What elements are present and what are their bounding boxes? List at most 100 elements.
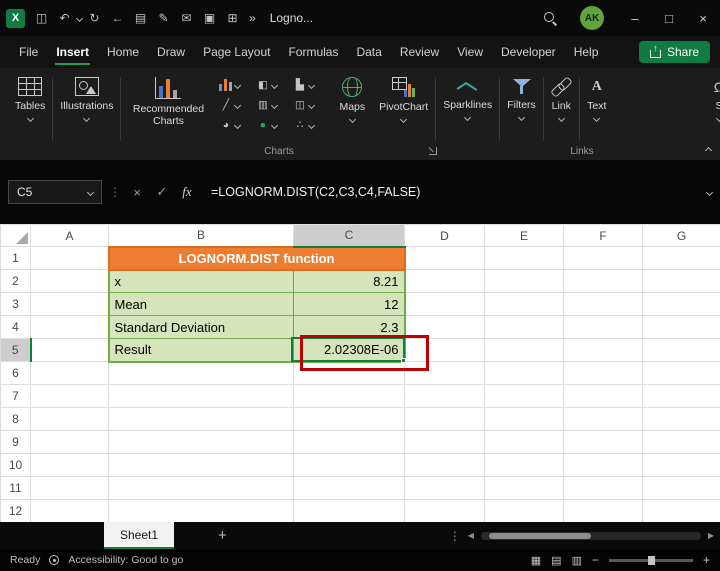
filters-button[interactable]: Filters bbox=[500, 75, 543, 122]
chevron-down-icon[interactable] bbox=[76, 14, 83, 21]
cell-c4-value[interactable]: 2.3 bbox=[294, 316, 405, 339]
row-header-3[interactable]: 3 bbox=[1, 293, 31, 316]
row-header-12[interactable]: 12 bbox=[1, 500, 31, 523]
column-header-f[interactable]: F bbox=[564, 225, 643, 247]
cell[interactable] bbox=[564, 500, 643, 523]
tables-button[interactable]: Tables bbox=[8, 75, 52, 123]
cell[interactable] bbox=[405, 477, 485, 500]
cell[interactable] bbox=[31, 431, 109, 454]
cell-b1-table-title[interactable]: LOGNORM.DIST function bbox=[109, 247, 405, 270]
tab-help[interactable]: Help bbox=[565, 38, 608, 66]
scatter-chart-button[interactable]: ∴ bbox=[293, 119, 328, 131]
tab-review[interactable]: Review bbox=[391, 38, 448, 66]
cell[interactable] bbox=[294, 408, 405, 431]
cell[interactable] bbox=[31, 385, 109, 408]
cell[interactable] bbox=[643, 408, 720, 431]
undo-icon[interactable]: ↶ bbox=[54, 8, 75, 29]
tab-formulas[interactable]: Formulas bbox=[279, 38, 347, 66]
mail-icon[interactable]: ✉ bbox=[176, 8, 197, 29]
cell[interactable] bbox=[294, 385, 405, 408]
symbols-button[interactable]: Ω S bbox=[702, 75, 720, 123]
fill-handle[interactable] bbox=[401, 358, 406, 363]
column-header-e[interactable]: E bbox=[485, 225, 564, 247]
statistic-chart-button[interactable]: ▥ bbox=[256, 99, 291, 111]
zoom-slider[interactable] bbox=[609, 559, 693, 562]
filled-map-chart-button[interactable]: ● bbox=[256, 119, 291, 131]
column-header-g[interactable]: G bbox=[643, 225, 720, 247]
cell-b5-label[interactable]: Result bbox=[109, 339, 294, 362]
cell[interactable] bbox=[643, 270, 720, 293]
cell[interactable] bbox=[31, 293, 109, 316]
cell[interactable] bbox=[564, 293, 643, 316]
avatar[interactable]: AK bbox=[580, 6, 604, 30]
cancel-icon[interactable]: × bbox=[128, 185, 146, 200]
cell[interactable] bbox=[405, 500, 485, 523]
zoom-out-button[interactable]: − bbox=[592, 553, 599, 567]
cell[interactable] bbox=[405, 385, 485, 408]
cell[interactable] bbox=[485, 316, 564, 339]
row-header-11[interactable]: 11 bbox=[1, 477, 31, 500]
cell[interactable] bbox=[564, 431, 643, 454]
normal-view-button[interactable]: ▦ bbox=[531, 554, 541, 567]
cell[interactable] bbox=[643, 316, 720, 339]
pivotchart-button[interactable]: PivotChart bbox=[372, 75, 435, 124]
cell[interactable] bbox=[485, 477, 564, 500]
cell[interactable] bbox=[643, 477, 720, 500]
close-button[interactable]: × bbox=[686, 0, 720, 36]
page-break-view-button[interactable]: ▥ bbox=[572, 554, 582, 567]
enter-icon[interactable]: ✓ bbox=[153, 184, 171, 200]
hierarchy-chart-button[interactable]: ◧ bbox=[256, 79, 291, 91]
cell[interactable] bbox=[564, 270, 643, 293]
row-header-5[interactable]: 5 bbox=[1, 339, 31, 362]
minimize-button[interactable]: – bbox=[618, 0, 652, 36]
cell[interactable] bbox=[405, 431, 485, 454]
row-header-2[interactable]: 2 bbox=[1, 270, 31, 293]
cell[interactable] bbox=[405, 293, 485, 316]
cell[interactable] bbox=[109, 454, 294, 477]
cell[interactable] bbox=[564, 385, 643, 408]
insert-function-button[interactable]: fx bbox=[178, 184, 196, 200]
select-all-corner[interactable] bbox=[1, 225, 31, 247]
formula-bar-kebab-icon[interactable]: ⋮ bbox=[109, 185, 121, 199]
redo-icon[interactable]: ↻ bbox=[84, 8, 105, 29]
cell[interactable] bbox=[643, 247, 720, 270]
text-button[interactable]: A Text bbox=[580, 75, 614, 123]
column-chart-button[interactable] bbox=[219, 79, 254, 91]
share-button[interactable]: Share bbox=[639, 41, 710, 63]
row-header-10[interactable]: 10 bbox=[1, 454, 31, 477]
cell[interactable] bbox=[643, 339, 720, 362]
cell[interactable] bbox=[109, 385, 294, 408]
maps-button[interactable]: Maps bbox=[332, 75, 372, 124]
cell[interactable] bbox=[485, 454, 564, 477]
name-box[interactable]: C5 bbox=[8, 180, 102, 204]
horizontal-scrollbar-thumb[interactable] bbox=[489, 533, 591, 539]
cell[interactable] bbox=[31, 316, 109, 339]
cell[interactable] bbox=[643, 431, 720, 454]
table-grid-icon[interactable]: ⊞ bbox=[222, 8, 243, 29]
waterfall-chart-button[interactable]: ▙ bbox=[293, 79, 328, 91]
recommended-charts-button[interactable]: Recommended Charts bbox=[121, 75, 215, 129]
cell[interactable] bbox=[564, 316, 643, 339]
cell[interactable] bbox=[294, 362, 405, 385]
search-icon[interactable] bbox=[543, 11, 558, 26]
cell[interactable] bbox=[564, 408, 643, 431]
link-button[interactable]: Link bbox=[544, 75, 579, 123]
cell[interactable] bbox=[294, 431, 405, 454]
cell[interactable] bbox=[405, 362, 485, 385]
cell[interactable] bbox=[643, 500, 720, 523]
accessibility-status[interactable]: Accessibility: Good to go bbox=[68, 554, 183, 566]
scroll-left-button[interactable]: ◀ bbox=[468, 531, 474, 540]
cell[interactable] bbox=[405, 339, 485, 362]
cell[interactable] bbox=[109, 431, 294, 454]
qat-overflow-button[interactable]: » bbox=[249, 11, 256, 25]
cell[interactable] bbox=[109, 408, 294, 431]
cell[interactable] bbox=[485, 270, 564, 293]
pie-chart-button[interactable]: ◕ bbox=[219, 119, 254, 131]
cell[interactable] bbox=[294, 454, 405, 477]
tab-page-layout[interactable]: Page Layout bbox=[194, 38, 279, 66]
cell[interactable] bbox=[405, 247, 485, 270]
cell[interactable] bbox=[564, 247, 643, 270]
column-header-b[interactable]: B bbox=[109, 225, 294, 247]
tab-data[interactable]: Data bbox=[347, 38, 390, 66]
tab-insert[interactable]: Insert bbox=[47, 38, 98, 66]
